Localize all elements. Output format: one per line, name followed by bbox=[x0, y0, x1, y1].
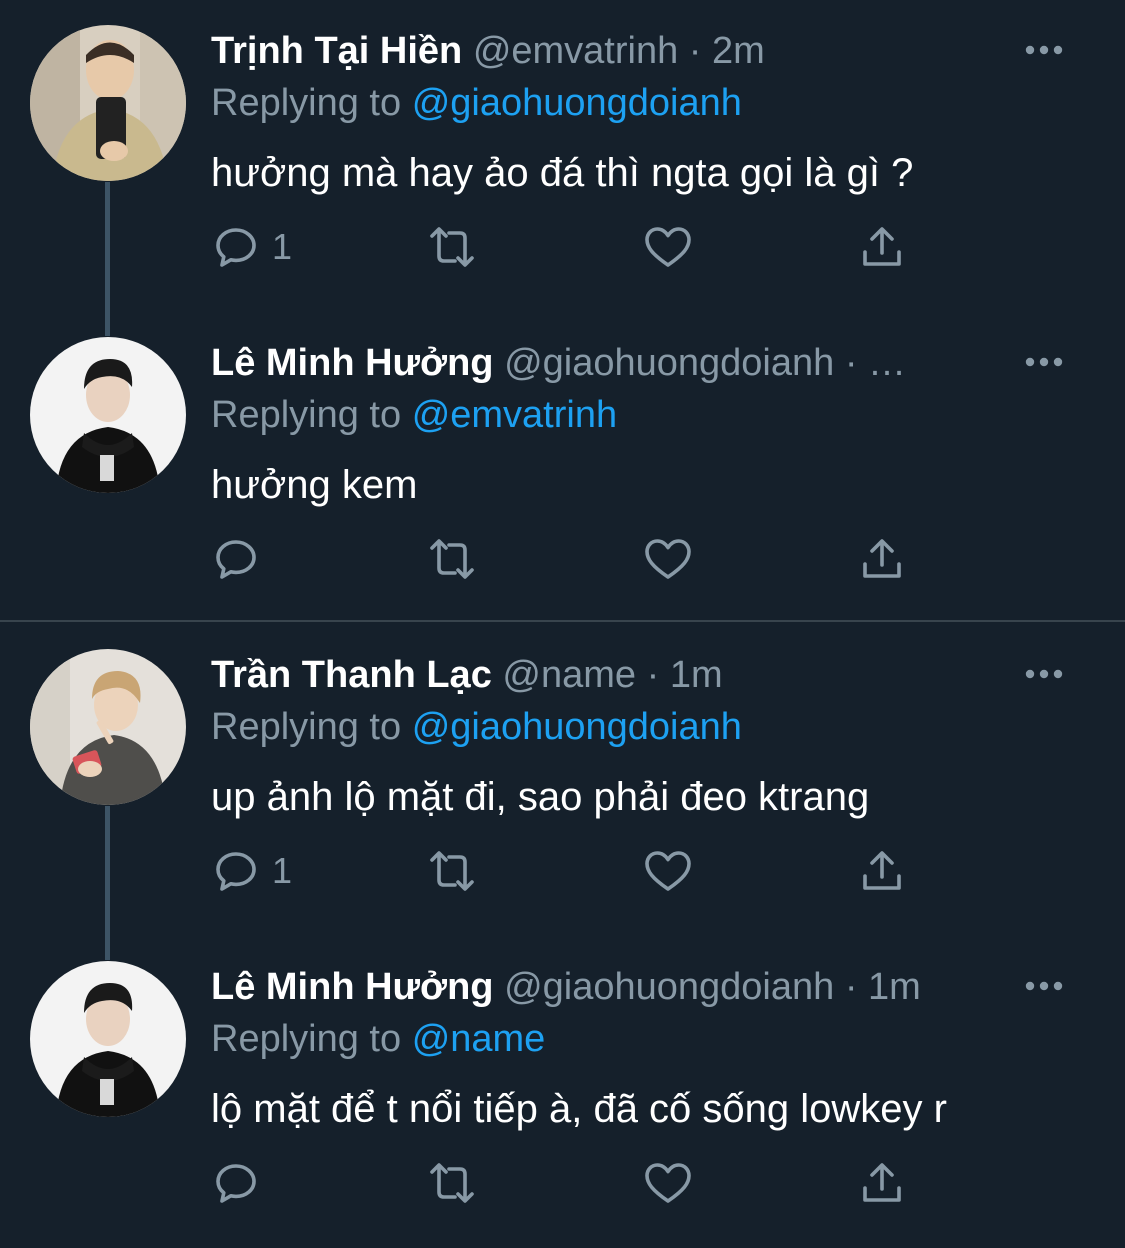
display-name[interactable]: Trần Thanh Lạc bbox=[211, 654, 492, 696]
share-button[interactable] bbox=[858, 524, 906, 594]
tweet-actions: 1 bbox=[0, 836, 1125, 906]
tweet-actions bbox=[0, 1148, 1125, 1218]
retweet-button[interactable] bbox=[424, 1148, 480, 1218]
retweet-icon bbox=[430, 227, 474, 267]
retweet-button[interactable] bbox=[424, 524, 480, 594]
reply-button[interactable] bbox=[212, 524, 272, 594]
tweet-header: Lê Minh Hưởng @giaohuongdoianh · … bbox=[211, 338, 985, 388]
timestamp[interactable]: 1m bbox=[670, 654, 723, 696]
separator-dot: · bbox=[646, 654, 660, 696]
tweet[interactable]: Trần Thanh Lạc @name · 1m Replying to @g… bbox=[0, 624, 1125, 956]
tweet[interactable]: Trịnh Tại Hiền @emvatrinh · 2m Replying … bbox=[0, 0, 1125, 332]
replying-to-handle[interactable]: @giaohuongdoianh bbox=[412, 706, 742, 748]
share-icon bbox=[863, 227, 901, 266]
user-handle[interactable]: @giaohuongdoianh bbox=[504, 966, 834, 1008]
reply-button[interactable]: 1 bbox=[212, 836, 292, 906]
like-button[interactable] bbox=[642, 212, 694, 282]
replying-to: Replying to @giaohuongdoianh bbox=[211, 702, 742, 752]
like-icon bbox=[645, 851, 691, 891]
thread-separator bbox=[0, 620, 1125, 622]
retweet-button[interactable] bbox=[424, 836, 480, 906]
separator-dot: · bbox=[844, 966, 858, 1008]
replying-to-handle[interactable]: @emvatrinh bbox=[412, 394, 617, 436]
tweet[interactable]: Lê Minh Hưởng @giaohuongdoianh · 1m Repl… bbox=[0, 936, 1125, 1248]
like-button[interactable] bbox=[642, 1148, 694, 1218]
more-icon[interactable] bbox=[1025, 354, 1063, 370]
tweet-text: up ảnh lộ mặt đi, sao phải đeo ktrang bbox=[211, 775, 870, 819]
replying-to-handle[interactable]: @name bbox=[412, 1018, 546, 1060]
user-handle[interactable]: @name bbox=[502, 654, 636, 696]
share-icon bbox=[863, 851, 901, 890]
like-icon bbox=[645, 539, 691, 579]
display-name[interactable]: Lê Minh Hưởng bbox=[211, 966, 494, 1008]
avatar[interactable] bbox=[30, 337, 186, 493]
reply-icon bbox=[216, 228, 256, 267]
separator-dot: · bbox=[844, 342, 858, 384]
reply-icon bbox=[216, 852, 256, 891]
replying-to-label: Replying to bbox=[211, 706, 402, 748]
timestamp[interactable]: … bbox=[868, 342, 906, 384]
reply-count: 1 bbox=[272, 226, 293, 267]
thread-line bbox=[105, 312, 110, 336]
more-icon[interactable] bbox=[1025, 666, 1063, 682]
tweet-header: Lê Minh Hưởng @giaohuongdoianh · 1m bbox=[211, 962, 1015, 1012]
thread-line bbox=[105, 936, 110, 960]
like-icon bbox=[645, 1163, 691, 1203]
separator-dot: · bbox=[688, 30, 702, 72]
tweet-header: Trần Thanh Lạc @name · 1m bbox=[211, 650, 985, 700]
tweet-actions bbox=[0, 524, 1125, 594]
replying-to: Replying to @emvatrinh bbox=[211, 390, 617, 440]
reply-count: 1 bbox=[272, 850, 293, 891]
retweet-icon bbox=[430, 851, 474, 891]
avatar[interactable] bbox=[30, 25, 186, 181]
tweet-text: lộ mặt để t nổi tiếp à, đã cố sống lowke… bbox=[211, 1087, 947, 1131]
like-icon bbox=[645, 227, 691, 267]
retweet-icon bbox=[430, 1163, 474, 1203]
replying-to-label: Replying to bbox=[211, 394, 402, 436]
share-button[interactable] bbox=[858, 1148, 906, 1218]
retweet-button[interactable] bbox=[424, 212, 480, 282]
replying-to: Replying to @name bbox=[211, 1014, 545, 1064]
timestamp[interactable]: 1m bbox=[868, 966, 921, 1008]
tweet-text: hưởng kem bbox=[211, 463, 418, 507]
timestamp[interactable]: 2m bbox=[712, 30, 765, 72]
user-handle[interactable]: @giaohuongdoianh bbox=[504, 342, 834, 384]
display-name[interactable]: Lê Minh Hưởng bbox=[211, 342, 494, 384]
share-icon bbox=[863, 539, 901, 578]
replying-to-label: Replying to bbox=[211, 1018, 402, 1060]
like-button[interactable] bbox=[642, 524, 694, 594]
avatar[interactable] bbox=[30, 649, 186, 805]
tweet[interactable]: Lê Minh Hưởng @giaohuongdoianh · … Reply… bbox=[0, 312, 1125, 624]
reply-button[interactable] bbox=[212, 1148, 272, 1218]
tweet-actions: 1 bbox=[0, 212, 1125, 282]
share-icon bbox=[863, 1163, 901, 1202]
reply-icon bbox=[216, 1164, 256, 1203]
reply-icon bbox=[216, 540, 256, 579]
tweet-text: hưởng mà hay ảo đá thì ngta gọi là gì ? bbox=[211, 151, 914, 195]
avatar[interactable] bbox=[30, 961, 186, 1117]
reply-button[interactable]: 1 bbox=[212, 212, 292, 282]
replying-to: Replying to @giaohuongdoianh bbox=[211, 78, 742, 128]
like-button[interactable] bbox=[642, 836, 694, 906]
replying-to-handle[interactable]: @giaohuongdoianh bbox=[412, 82, 742, 124]
replying-to-label: Replying to bbox=[211, 82, 402, 124]
share-button[interactable] bbox=[858, 212, 906, 282]
share-button[interactable] bbox=[858, 836, 906, 906]
display-name[interactable]: Trịnh Tại Hiền bbox=[211, 30, 462, 72]
user-handle[interactable]: @emvatrinh bbox=[473, 30, 678, 72]
tweet-header: Trịnh Tại Hiền @emvatrinh · 2m bbox=[211, 26, 985, 76]
more-icon[interactable] bbox=[1025, 978, 1063, 994]
retweet-icon bbox=[430, 539, 474, 579]
more-icon[interactable] bbox=[1025, 42, 1063, 58]
